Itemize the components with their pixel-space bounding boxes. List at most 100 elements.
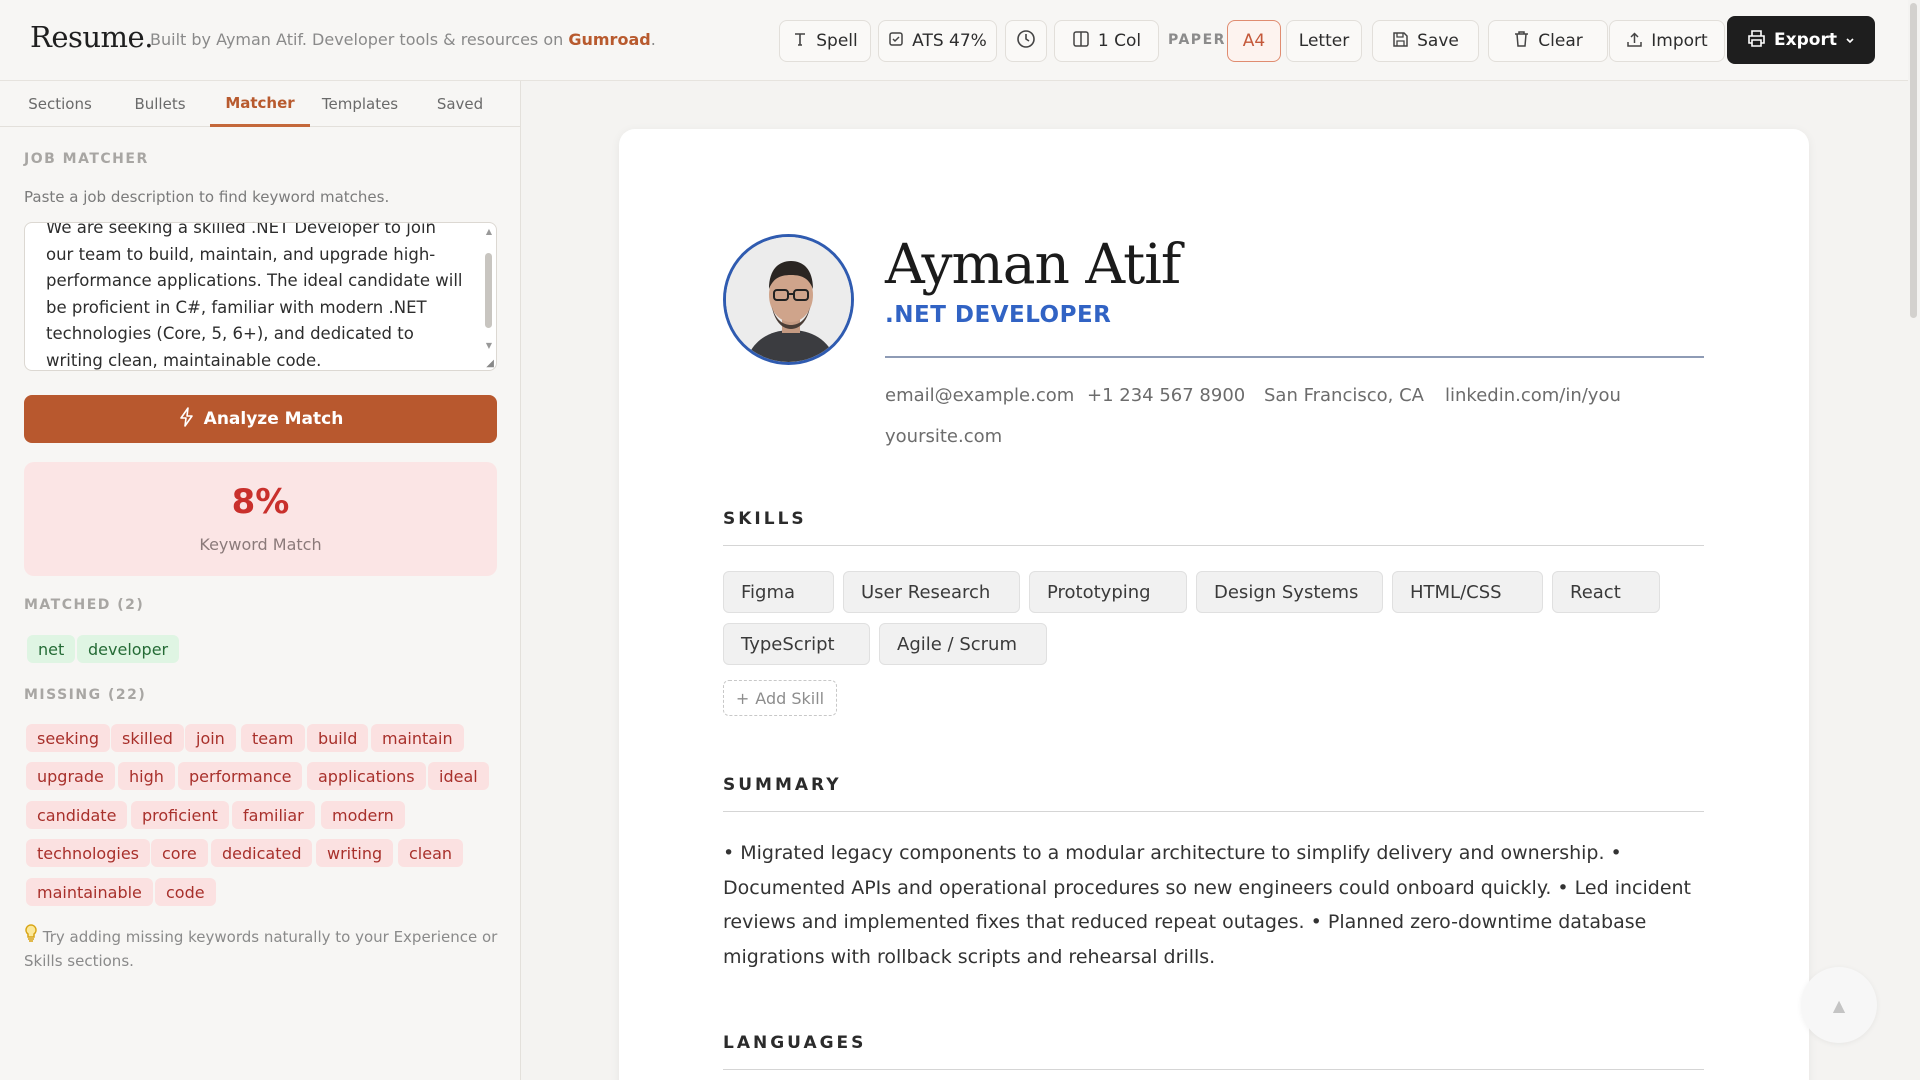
contact-website[interactable]: yoursite.com [885, 426, 1002, 447]
spell-button[interactable]: Spell [779, 20, 871, 62]
upload-icon [1626, 31, 1643, 52]
export-label: Export [1774, 30, 1837, 50]
paper-letter-button[interactable]: Letter [1286, 20, 1362, 62]
history-button[interactable] [1005, 20, 1047, 62]
save-label: Save [1417, 31, 1459, 51]
plus-icon: + [735, 688, 750, 708]
paper-a4-button[interactable]: A4 [1227, 20, 1281, 62]
analyze-match-button[interactable]: Analyze Match [24, 395, 497, 443]
missing-chip: performance [178, 762, 303, 790]
missing-chip: team [241, 724, 305, 752]
arrow-up-icon: ▲ [1832, 995, 1846, 1015]
save-button[interactable]: Save [1372, 20, 1479, 62]
tab-bullets[interactable]: Bullets [110, 81, 210, 127]
tagline-text: Built by Ayman Atif. Developer tools & r… [150, 30, 564, 49]
missing-chip: code [155, 878, 216, 906]
missing-chip: seeking [26, 724, 111, 752]
chevron-down-icon [1845, 31, 1855, 50]
spell-label: Spell [816, 31, 858, 51]
add-skill-button[interactable]: + Add Skill [723, 680, 837, 716]
job-description-input[interactable]: We are seeking a skilled .NET Developer … [24, 222, 497, 371]
missing-chip: writing [316, 839, 394, 867]
languages-divider [723, 1069, 1704, 1070]
missing-chip: clean [398, 839, 464, 867]
languages-heading: LANGUAGES [723, 1033, 867, 1053]
contact-location[interactable]: San Francisco, CA [1264, 385, 1424, 406]
job-description-text: We are seeking a skilled .NET Developer … [46, 222, 463, 370]
clear-label: Clear [1538, 31, 1583, 51]
summary-text[interactable]: • Migrated legacy components to a modula… [723, 836, 1708, 974]
tip-label: Try adding missing keywords naturally to… [24, 928, 498, 970]
gumroad-link[interactable]: Gumroad [568, 30, 650, 49]
clear-button[interactable]: Clear [1488, 20, 1608, 62]
skill-tag[interactable]: Design Systems [1196, 571, 1383, 613]
tab-templates[interactable]: Templates [310, 81, 410, 127]
ats-button[interactable]: ATS 47% [878, 20, 997, 62]
missing-chip: skilled [111, 724, 184, 752]
skill-tag[interactable]: Agile / Scrum [879, 623, 1047, 665]
page-scrollbar-thumb[interactable] [1910, 3, 1917, 318]
skill-tag[interactable]: Prototyping [1029, 571, 1187, 613]
matcher-hint: Paste a job description to find keyword … [24, 188, 390, 206]
missing-chip: familiar [232, 801, 315, 829]
left-panel: Sections Bullets Matcher Templates Saved… [0, 81, 521, 1080]
skills-divider [723, 545, 1704, 546]
export-button[interactable]: Export [1727, 16, 1875, 64]
missing-chip: technologies [26, 839, 150, 867]
contact-phone[interactable]: +1 234 567 8900 [1087, 385, 1245, 406]
skill-tag[interactable]: Figma [723, 571, 834, 613]
printer-icon [1747, 29, 1766, 52]
ats-label: ATS 47% [912, 31, 987, 51]
missing-chip: applications [307, 762, 426, 790]
top-bar: Resume. Built by Ayman Atif. Developer t… [0, 0, 1920, 81]
tab-sections[interactable]: Sections [10, 81, 110, 127]
missing-chip: modern [321, 801, 405, 829]
keyword-score-label: Keyword Match [199, 535, 322, 554]
missing-chip: dedicated [211, 839, 313, 867]
matched-chip: net [27, 635, 76, 663]
check-square-icon [888, 31, 904, 51]
keyword-score-card: 8% Keyword Match [24, 462, 497, 576]
lightning-icon [178, 406, 196, 432]
columns-button[interactable]: 1 Col [1054, 20, 1159, 62]
contact-linkedin[interactable]: linkedin.com/in/you [1445, 385, 1621, 406]
import-label: Import [1651, 31, 1708, 51]
header-divider [885, 356, 1704, 358]
scroll-down-icon[interactable]: ▼ [486, 341, 492, 350]
columns-icon [1072, 30, 1090, 52]
skill-tag[interactable]: TypeScript [723, 623, 870, 665]
tab-saved[interactable]: Saved [410, 81, 510, 127]
missing-chip: join [185, 724, 236, 752]
tab-bar: Sections Bullets Matcher Templates Saved [0, 81, 521, 127]
scroll-to-top-button[interactable]: ▲ [1801, 967, 1877, 1043]
job-matcher-heading: JOB MATCHER [24, 151, 149, 167]
summary-heading: SUMMARY [723, 775, 842, 795]
clock-icon [1016, 29, 1036, 53]
missing-chip: maintainable [26, 878, 153, 906]
missing-chip: ideal [428, 762, 489, 790]
contact-email[interactable]: email@example.com [885, 385, 1074, 406]
matched-heading: MATCHED (2) [24, 597, 145, 613]
missing-chip: build [307, 724, 369, 752]
skill-tag[interactable]: HTML/CSS [1392, 571, 1543, 613]
textarea-scrollbar[interactable] [485, 253, 492, 328]
import-button[interactable]: Import [1609, 20, 1725, 62]
page-scrollbar[interactable] [1908, 0, 1920, 1080]
avatar[interactable] [723, 234, 854, 365]
matched-chip: developer [77, 635, 180, 663]
type-icon [792, 31, 808, 51]
resize-grip-icon[interactable]: ◢ [486, 358, 494, 369]
tagline-suffix: . [650, 30, 656, 49]
resume-name[interactable]: Ayman Atif [885, 232, 1181, 296]
resume-role[interactable]: .NET DEVELOPER [885, 302, 1111, 328]
missing-chip: maintain [371, 724, 464, 752]
tab-matcher[interactable]: Matcher [210, 81, 310, 127]
keyword-score: 8% [231, 482, 290, 522]
skill-tag[interactable]: React [1552, 571, 1660, 613]
scroll-up-icon[interactable]: ▲ [486, 227, 492, 236]
missing-chip: upgrade [26, 762, 115, 790]
missing-heading: MISSING (22) [24, 687, 147, 703]
columns-label: 1 Col [1097, 31, 1142, 51]
missing-chip: high [118, 762, 175, 790]
skill-tag[interactable]: User Research [843, 571, 1020, 613]
